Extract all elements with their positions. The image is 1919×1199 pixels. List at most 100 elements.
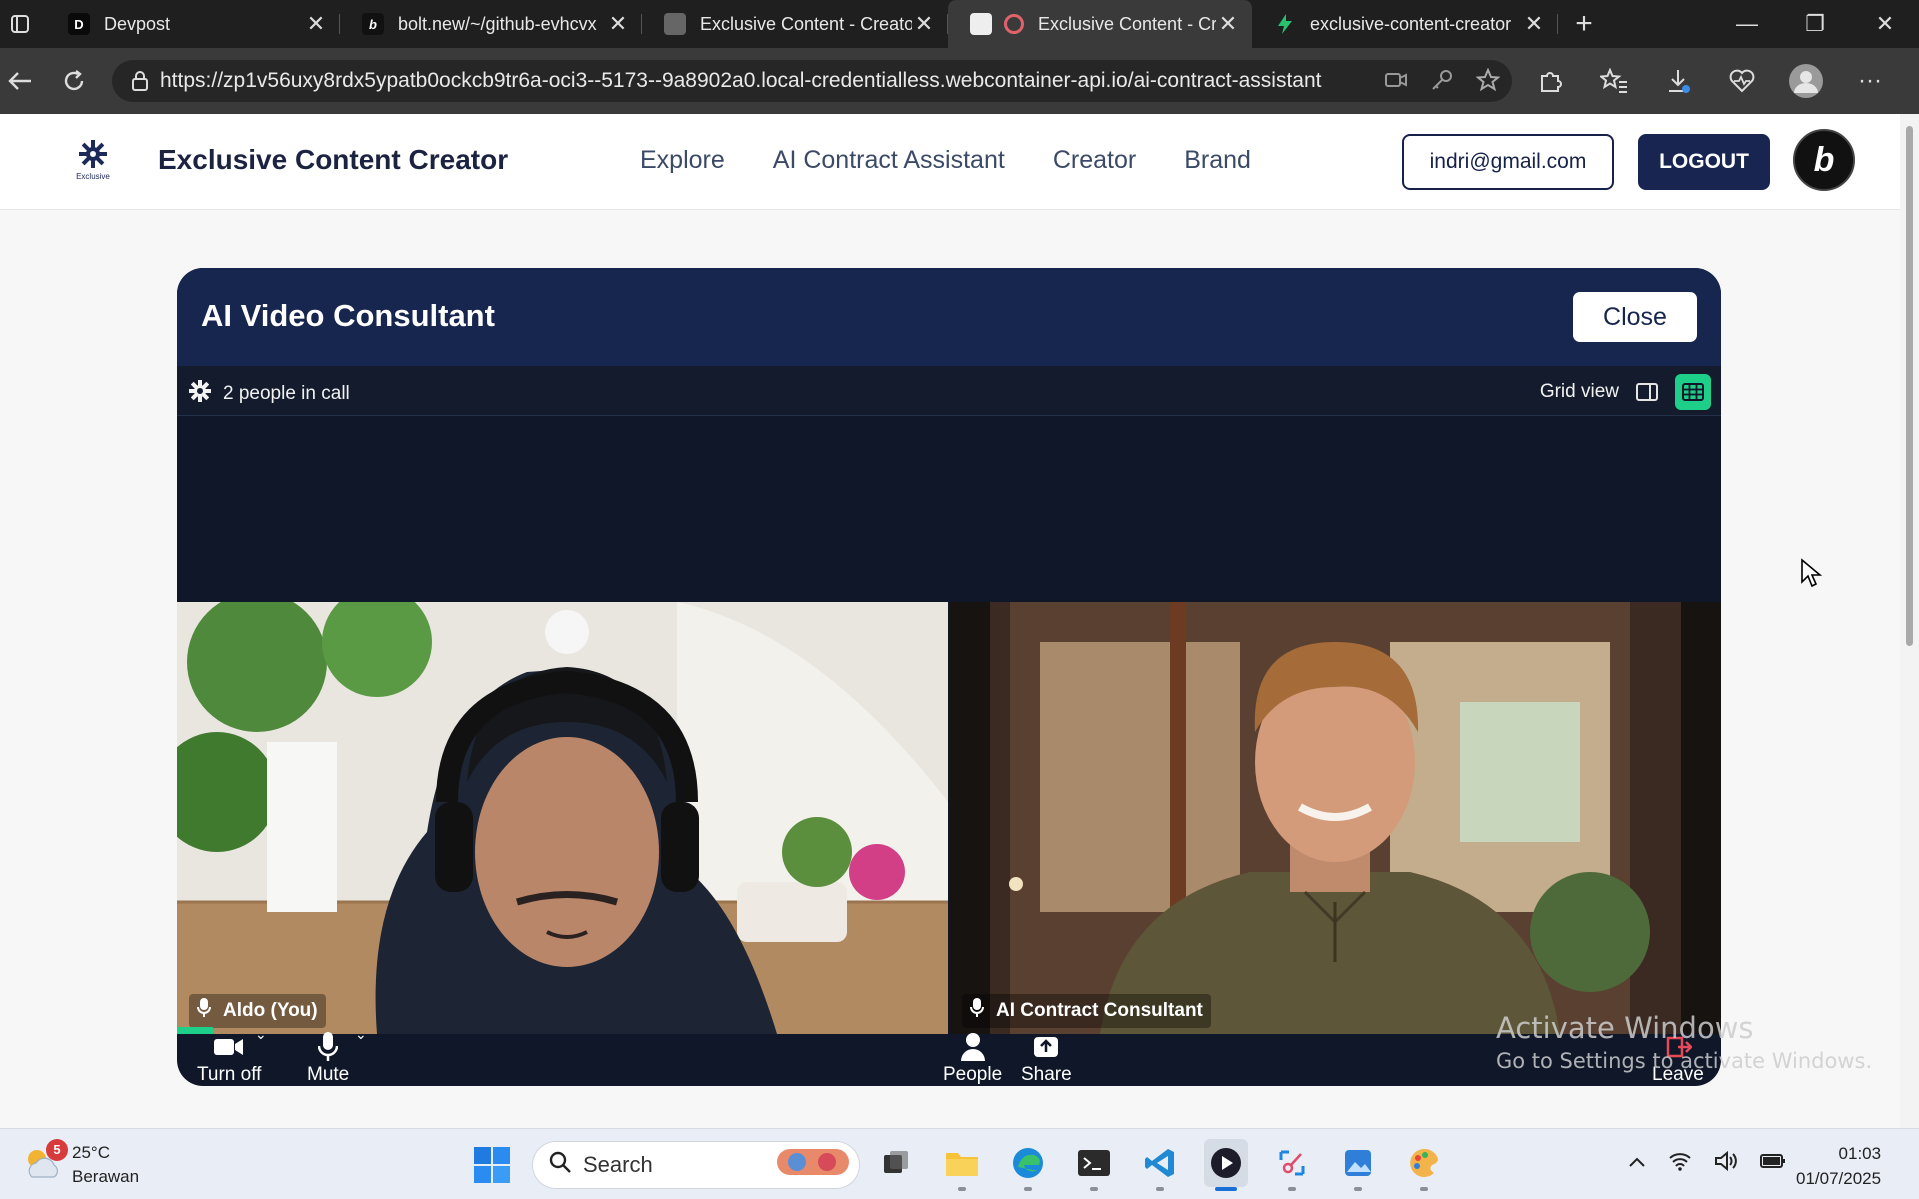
back-icon[interactable] [2,63,38,99]
web-page: Exclusive Exclusive Content Creator Expl… [0,114,1900,1128]
video-camera-icon [214,1030,244,1064]
tab-title: Exclusive Content - Cr [1038,13,1216,34]
speaker-view-icon[interactable] [1629,374,1665,410]
recording-icon [1004,14,1024,34]
watermark-title: Activate Windows [1496,1011,1754,1045]
site-favicon-icon [664,13,686,35]
search-placeholder: Search [583,1152,653,1177]
nav-link-brand[interactable]: Brand [1184,146,1251,175]
share-label: Share [1021,1064,1072,1085]
participant-tile-self[interactable]: Aldo (You) [177,602,948,1034]
browser-tab[interactable]: D Devpost ✕ [40,0,340,48]
close-button[interactable]: Close [1573,292,1697,342]
copilot-icon[interactable] [1914,61,1919,101]
brand-logo[interactable]: Exclusive [72,139,114,185]
tab-close-icon[interactable]: ✕ [606,11,630,37]
mic-options-chevron-icon[interactable]: ⌄ [355,1026,367,1043]
bolt-badge[interactable]: b [1793,129,1855,191]
scrollbar-thumb[interactable] [1906,126,1913,646]
browser-toolbar: https://zp1v56uxy8rdx5ypatb0ockcb9tr6a-o… [0,48,1919,114]
media-player-icon[interactable] [1204,1139,1248,1191]
vscode-icon[interactable] [1138,1139,1182,1191]
weather-alert-badge: 5 [46,1138,68,1161]
tab-close-icon[interactable]: ✕ [912,11,936,37]
app-header: Exclusive Exclusive Content Creator Expl… [0,114,1900,210]
grid-view-icon[interactable] [1675,374,1711,410]
favorites-icon[interactable] [1594,61,1634,101]
participant-tile-ai[interactable]: AI Contract Consultant [950,602,1721,1034]
more-options-icon[interactable]: ··· [1850,61,1890,101]
bolt-lightning-icon [1274,13,1296,35]
browser-tab[interactable]: Exclusive Content - Creator ✕ [642,0,948,48]
tab-title: bolt.new/~/github-evhcvx [398,13,597,34]
person-icon [960,1030,986,1064]
terminal-icon[interactable] [1072,1139,1116,1191]
lock-icon[interactable] [120,71,160,91]
self-video-feed [177,602,948,1034]
view-mode-label: Grid view [1539,381,1619,402]
taskbar-clock[interactable]: 01:03 01/07/2025 [1796,1141,1881,1191]
paint-app-icon[interactable] [1402,1139,1446,1191]
snipping-tool-icon[interactable] [1270,1139,1314,1191]
ai-consultant-video-feed [950,602,1721,1034]
address-bar[interactable]: https://zp1v56uxy8rdx5ypatb0ockcb9tr6a-o… [112,60,1512,102]
tab-title: Devpost [104,13,171,34]
site-favicon-icon [970,13,992,35]
browser-tab[interactable]: b bolt.new/~/github-evhcvx ✕ [340,0,642,48]
app-name[interactable]: Exclusive Content Creator [158,144,508,176]
key-icon[interactable] [1430,68,1454,97]
minimize-icon[interactable]: — [1714,0,1780,48]
file-explorer-icon[interactable] [940,1139,984,1191]
taskbar-search[interactable]: Search [532,1141,860,1189]
microphone-icon [318,1030,339,1064]
share-button[interactable]: Share [1021,1030,1072,1086]
tab-close-icon[interactable]: ✕ [1216,11,1240,37]
task-view-icon[interactable] [874,1139,918,1187]
close-window-icon[interactable]: ✕ [1852,0,1918,48]
logout-button[interactable]: LOGOUT [1638,134,1770,190]
downloads-icon[interactable] [1658,61,1698,101]
activate-windows-watermark: Activate Windows Go to Settings to activ… [1496,1011,1872,1073]
extensions-icon[interactable] [1530,61,1570,101]
tab-close-icon[interactable]: ✕ [304,11,328,37]
nav-link-ai-contract-assistant[interactable]: AI Contract Assistant [773,146,1005,175]
video-consultant-modal: AI Video Consultant Close 2 people in ca… [177,268,1721,1086]
user-email-button[interactable]: indri@gmail.com [1402,134,1614,190]
people-label: People [943,1064,1003,1085]
browser-essentials-icon[interactable] [1722,61,1762,101]
tab-actions-icon[interactable] [0,0,40,48]
battery-icon[interactable] [1760,1153,1786,1174]
volume-icon[interactable] [1714,1150,1738,1177]
main-nav: Explore AI Contract Assistant Creator Br… [640,146,1251,175]
camera-toggle-button[interactable]: Turn off [197,1030,261,1086]
edge-browser-icon[interactable] [1006,1139,1050,1191]
reload-icon[interactable] [56,63,92,99]
tab-title: Exclusive Content - Creator [700,13,912,34]
taskbar-apps [874,1139,1446,1191]
camera-options-chevron-icon[interactable]: ⌄ [255,1026,267,1043]
windows-taskbar: 5 25°C Berawan Search 01:03 01/07/2025 [0,1128,1919,1199]
system-tray [1628,1150,1786,1177]
camera-permission-icon[interactable] [1384,68,1408,97]
modal-header: AI Video Consultant Close [177,268,1721,366]
new-tab-icon[interactable]: + [1558,0,1610,48]
nav-link-creator[interactable]: Creator [1053,146,1136,175]
favorite-star-icon[interactable] [1475,67,1501,97]
photos-app-icon[interactable] [1336,1139,1380,1191]
browser-tab[interactable]: exclusive-content-creator ✕ [1252,0,1558,48]
settings-gear-icon[interactable] [189,380,211,408]
share-screen-icon [1033,1030,1059,1064]
page-scrollbar[interactable] [1900,114,1919,1128]
wifi-icon[interactable] [1668,1151,1692,1176]
restore-icon[interactable]: ❐ [1782,0,1848,48]
people-button[interactable]: People [943,1030,1002,1086]
show-hidden-icons-chevron-icon[interactable] [1628,1155,1646,1173]
weather-widget[interactable]: 5 25°C Berawan [22,1138,139,1189]
nav-link-explore[interactable]: Explore [640,146,725,175]
profile-avatar-icon[interactable] [1786,61,1826,101]
mute-button[interactable]: Mute [307,1030,349,1086]
windows-start-icon[interactable] [474,1147,510,1188]
tab-close-icon[interactable]: ✕ [1522,11,1546,37]
camera-toggle-label: Turn off [197,1064,262,1085]
browser-tab-active[interactable]: Exclusive Content - Cr ✕ [948,0,1252,48]
